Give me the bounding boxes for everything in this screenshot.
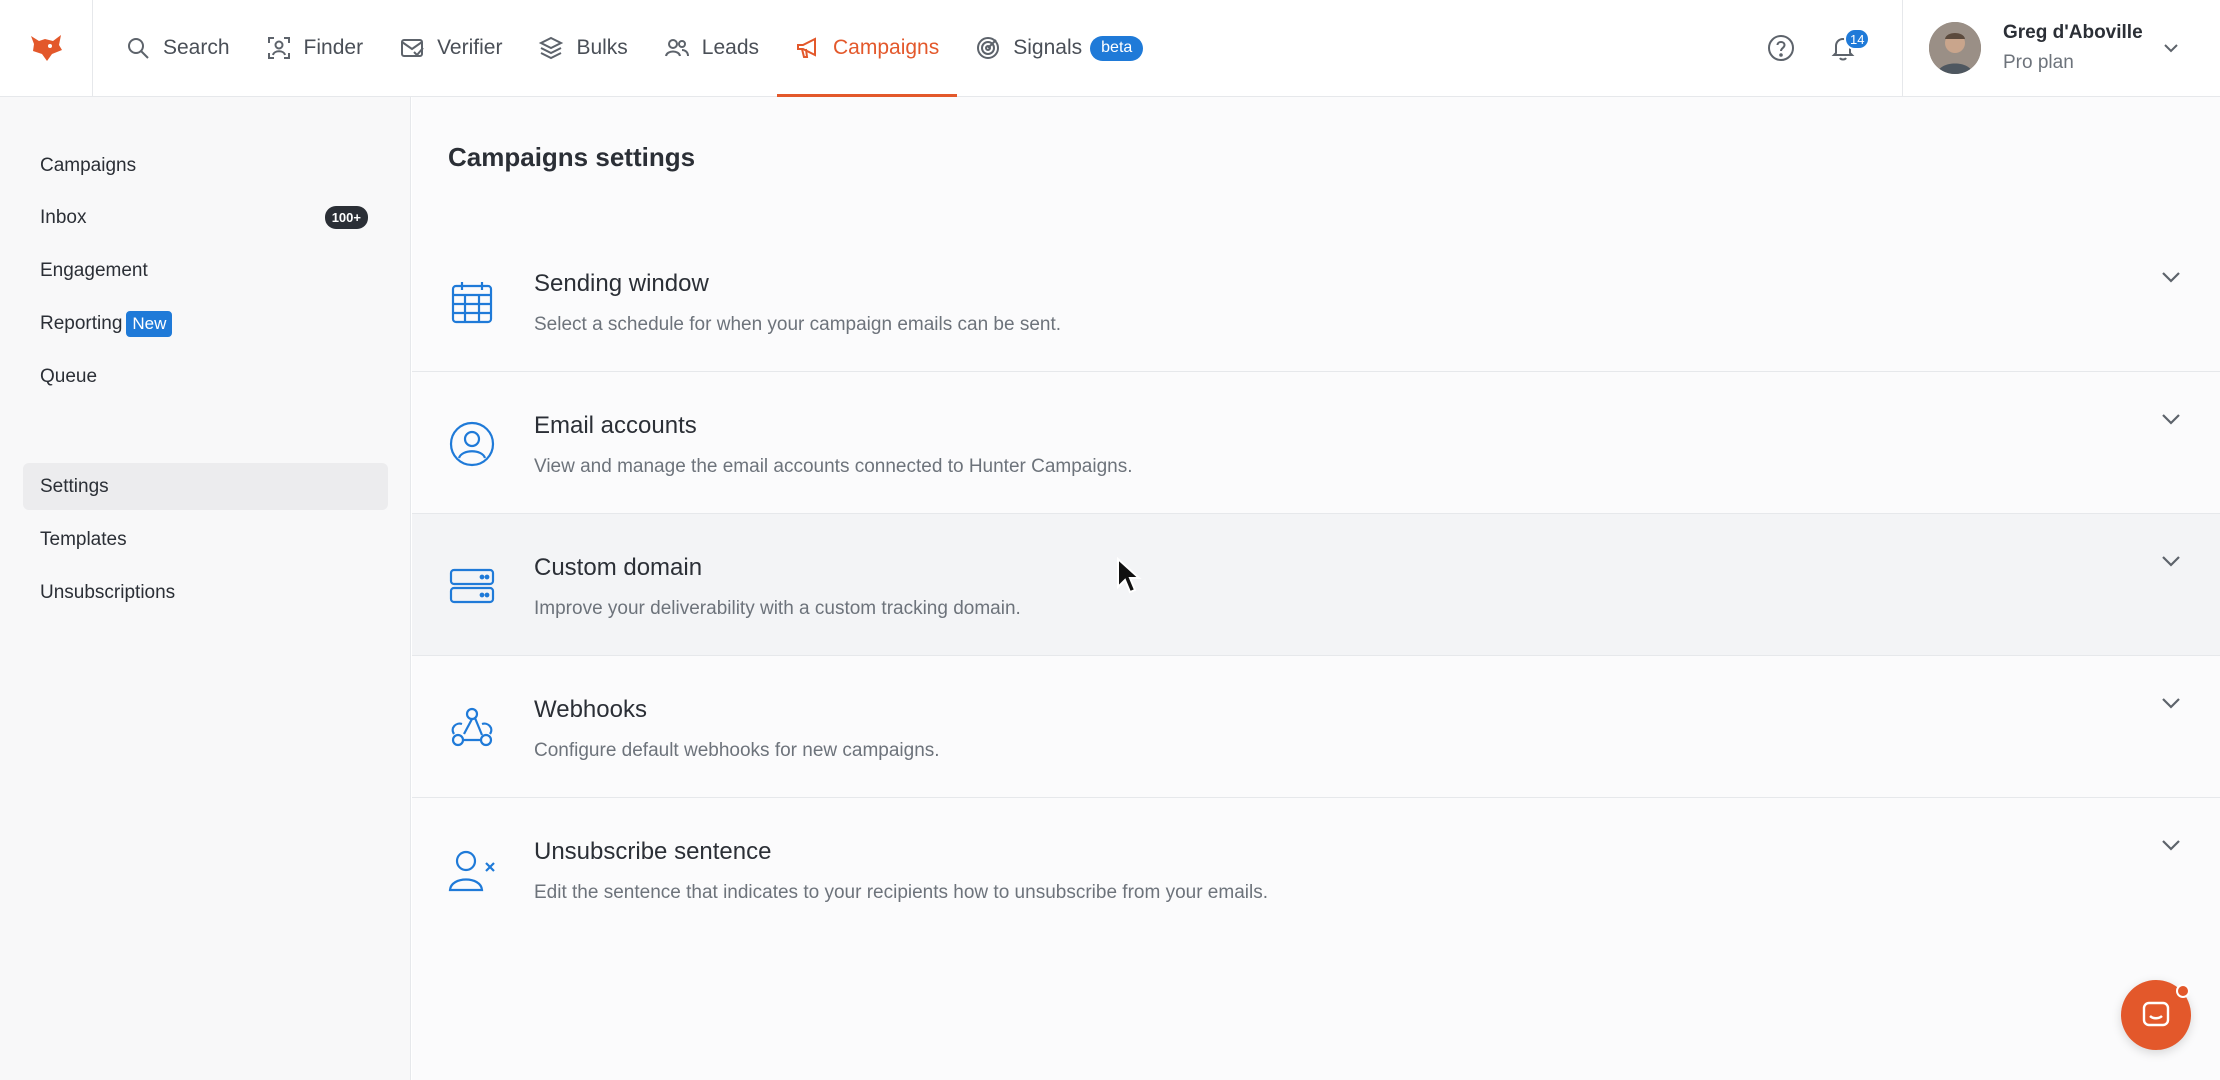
user-menu[interactable]: Greg d'Aboville Pro plan bbox=[1902, 0, 2220, 96]
settings-section-webhooks[interactable]: Webhooks Configure default webhooks for … bbox=[412, 656, 2220, 798]
user-x-icon bbox=[448, 850, 495, 892]
verifier-icon bbox=[401, 39, 424, 57]
nav-item-label: Leads bbox=[701, 36, 760, 59]
help-circle-icon bbox=[1768, 35, 1794, 61]
sidebar-item-reporting[interactable]: Reporting New bbox=[23, 300, 388, 347]
section-title: Unsubscribe sentence bbox=[534, 838, 772, 865]
section-title: Email accounts bbox=[534, 412, 697, 439]
section-title: Webhooks bbox=[534, 696, 647, 723]
sidebar-item-label: Reporting bbox=[40, 312, 123, 334]
user-plan: Pro plan bbox=[2003, 52, 2074, 73]
chat-widget-button[interactable] bbox=[2121, 980, 2191, 1050]
nav-item-leads[interactable]: Leads bbox=[646, 0, 777, 96]
sidebar-item-label: Settings bbox=[40, 475, 109, 497]
beta-badge: beta bbox=[1090, 35, 1144, 61]
sidebar-item-unsubscriptions[interactable]: Unsubscriptions bbox=[23, 569, 388, 616]
nav-item-label: Bulks bbox=[576, 36, 628, 59]
sidebar-item-label: Engagement bbox=[40, 259, 148, 281]
nav-item-label: Search bbox=[163, 36, 230, 59]
calendar-icon bbox=[451, 282, 493, 324]
top-navigation-bar: Search Finder Verifier Bulks Leads Campa… bbox=[0, 0, 2220, 97]
sidebar-item-label: Templates bbox=[40, 528, 127, 550]
sidebar-item-settings[interactable]: Settings bbox=[23, 463, 388, 510]
section-description: Select a schedule for when your campaign… bbox=[534, 314, 1062, 335]
layers-icon bbox=[539, 36, 564, 60]
server-icon bbox=[449, 568, 495, 604]
sidebar-item-queue[interactable]: Queue bbox=[23, 353, 388, 400]
nav-item-label: Campaigns bbox=[833, 36, 940, 59]
settings-section-custom-domain[interactable]: Custom domain Improve your deliverabilit… bbox=[412, 514, 2220, 656]
chevron-down-icon[interactable] bbox=[2160, 554, 2182, 568]
notifications-button[interactable]: 14 bbox=[1812, 0, 1874, 96]
section-description: Configure default webhooks for new campa… bbox=[534, 740, 940, 761]
sidebar-item-label: Campaigns bbox=[40, 154, 137, 176]
nav-item-label: Finder bbox=[303, 36, 364, 59]
section-description: View and manage the email accounts conne… bbox=[534, 456, 1133, 477]
sidebar-item-label: Inbox bbox=[40, 206, 87, 228]
sidebar-item-campaigns[interactable]: Campaigns bbox=[23, 142, 388, 189]
nav-item-signals[interactable]: Signals beta bbox=[957, 0, 1161, 96]
nav-item-bulks[interactable]: Bulks bbox=[520, 0, 645, 96]
chat-icon bbox=[2142, 1001, 2170, 1027]
user-circle-icon bbox=[449, 421, 495, 467]
nav-item-search[interactable]: Search bbox=[107, 0, 248, 96]
webhook-icon bbox=[451, 707, 493, 747]
users-icon bbox=[664, 39, 689, 57]
sidebar-item-inbox[interactable]: Inbox 100+ bbox=[23, 194, 388, 241]
finder-icon bbox=[267, 37, 290, 59]
mouse-cursor-icon bbox=[1117, 557, 1142, 594]
nav-item-campaigns[interactable]: Campaigns bbox=[777, 0, 958, 97]
megaphone-icon bbox=[797, 37, 817, 58]
chat-notification-dot bbox=[2176, 984, 2190, 998]
sidebar-item-label: Unsubscriptions bbox=[40, 581, 176, 603]
section-title: Sending window bbox=[534, 270, 709, 297]
sidebar-item-label: Queue bbox=[40, 365, 98, 387]
settings-section-unsubscribe-sentence[interactable]: Unsubscribe sentence Edit the sentence t… bbox=[412, 798, 2220, 940]
chevron-down-icon bbox=[2164, 44, 2178, 53]
logo[interactable] bbox=[0, 0, 93, 96]
page-title: Campaigns settings bbox=[448, 142, 696, 172]
user-name: Greg d'Aboville bbox=[2003, 22, 2143, 43]
help-button[interactable] bbox=[1750, 0, 1812, 96]
inbox-count-badge: 100+ bbox=[324, 206, 368, 229]
chevron-down-icon[interactable] bbox=[2160, 696, 2182, 710]
settings-section-email-accounts[interactable]: Email accounts View and manage the email… bbox=[412, 372, 2220, 514]
section-description: Edit the sentence that indicates to your… bbox=[534, 882, 1268, 903]
notification-count-badge: 14 bbox=[1844, 28, 1871, 50]
radar-icon bbox=[977, 37, 1000, 59]
nav-item-verifier[interactable]: Verifier bbox=[381, 0, 520, 96]
nav-item-label: Signals bbox=[1013, 36, 1083, 59]
sidebar: Campaigns Inbox 100+ Engagement Reportin… bbox=[0, 97, 411, 1080]
sidebar-item-engagement[interactable]: Engagement bbox=[23, 247, 388, 294]
nav-item-label: Verifier bbox=[437, 36, 503, 59]
section-description: Improve your deliverability with a custo… bbox=[534, 598, 1021, 619]
chevron-down-icon[interactable] bbox=[2160, 270, 2182, 284]
new-badge: New bbox=[126, 310, 173, 337]
settings-section-sending-window[interactable]: Sending window Select a schedule for whe… bbox=[412, 230, 2220, 372]
chevron-down-icon[interactable] bbox=[2160, 412, 2182, 426]
chevron-down-icon[interactable] bbox=[2160, 838, 2182, 852]
sidebar-item-templates[interactable]: Templates bbox=[23, 516, 388, 563]
avatar bbox=[1929, 22, 1981, 74]
header-actions: 14 Greg d'Aboville Pro plan bbox=[1750, 0, 2220, 96]
main-content: Campaigns settings Sending window Select… bbox=[412, 97, 2220, 1080]
search-icon bbox=[128, 38, 149, 59]
fox-logo-icon bbox=[31, 35, 62, 61]
nav-item-finder[interactable]: Finder bbox=[248, 0, 382, 96]
main-nav: Search Finder Verifier Bulks Leads Campa… bbox=[93, 0, 1161, 97]
section-title: Custom domain bbox=[534, 554, 703, 581]
